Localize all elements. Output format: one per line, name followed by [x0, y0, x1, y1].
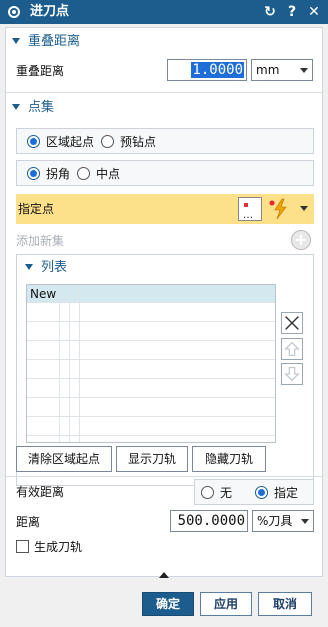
ok-button[interactable]: 确定 — [142, 592, 194, 616]
ellipsis-icon: … — [243, 210, 254, 221]
radio-corner[interactable]: 拐角 — [27, 165, 70, 182]
move-down-icon[interactable] — [281, 363, 303, 385]
chevron-down-icon — [301, 519, 309, 524]
distance-input[interactable]: 500.0000 — [170, 510, 248, 532]
generate-toolpath-checkbox[interactable] — [16, 540, 29, 553]
close-icon[interactable]: ✕ — [306, 3, 322, 21]
column-divider — [79, 285, 80, 442]
specify-point-label: 指定点 — [18, 202, 55, 216]
dialog-panel: 重叠距离 重叠距离 1.0000 mm 点集 区域起点 预钻点 拐角 中点 指定… — [5, 27, 323, 577]
chevron-down-icon — [300, 68, 308, 73]
divider — [6, 92, 322, 93]
collapse-triangle-icon — [25, 263, 33, 270]
table-row[interactable] — [27, 304, 275, 322]
window-title: 进刀点 — [30, 4, 70, 19]
delete-icon[interactable] — [281, 312, 303, 334]
radio-button[interactable] — [77, 167, 90, 180]
table-row[interactable] — [27, 342, 275, 360]
table-row[interactable] — [27, 418, 275, 436]
radio-area-start[interactable]: 区域起点 — [27, 133, 94, 150]
help-icon[interactable]: ? — [284, 3, 300, 21]
effective-distance-radio-group: 无 指定 — [194, 479, 314, 505]
radio-midpoint[interactable]: 中点 — [77, 165, 120, 182]
collapse-up-icon[interactable] — [159, 572, 169, 578]
apply-button[interactable]: 应用 — [200, 592, 252, 616]
overlap-distance-input[interactable]: 1.0000 — [167, 59, 247, 81]
point-set-table[interactable]: New — [26, 284, 276, 443]
overlap-unit-select[interactable]: mm — [251, 59, 313, 81]
radio-button[interactable] — [255, 486, 268, 499]
distance-label: 距离 — [16, 515, 41, 529]
table-row[interactable] — [27, 361, 275, 379]
corner-radio-group: 拐角 中点 — [16, 160, 314, 186]
collapse-triangle-icon — [12, 37, 20, 44]
effective-distance-label: 有效距离 — [16, 485, 65, 499]
radio-button[interactable] — [27, 135, 40, 148]
show-toolpath-button[interactable]: 显示刀轨 — [116, 446, 188, 472]
add-set-icon[interactable]: + — [291, 230, 311, 250]
overlap-label: 重叠距离 — [16, 64, 65, 78]
radio-button[interactable] — [27, 167, 40, 180]
section-overlap-header[interactable]: 重叠距离 — [12, 33, 80, 51]
chevron-down-icon[interactable] — [300, 206, 308, 211]
specify-point-row[interactable]: 指定点 … — [16, 194, 314, 224]
table-row[interactable] — [27, 399, 275, 417]
divider — [6, 476, 322, 477]
reset-icon[interactable]: ↻ — [262, 3, 278, 21]
clear-area-start-button[interactable]: 清除区域起点 — [16, 446, 112, 472]
cancel-button[interactable]: 取消 — [258, 592, 312, 616]
section-list-header[interactable]: 列表 — [25, 259, 67, 277]
title-bar: 进刀点 ↻ ? ✕ — [0, 0, 328, 24]
radio-predrill[interactable]: 预钻点 — [101, 133, 156, 150]
point-marker-icon — [244, 203, 248, 207]
mode-radio-group: 区域起点 预钻点 — [16, 128, 314, 154]
inferred-point-icon[interactable] — [266, 197, 296, 221]
table-row[interactable] — [27, 323, 275, 341]
gear-tool-icon — [8, 6, 20, 18]
generate-toolpath-label[interactable]: 生成刀轨 — [34, 539, 82, 555]
point-dialog-button[interactable]: … — [238, 197, 262, 221]
move-up-icon[interactable] — [281, 338, 303, 360]
distance-unit-select[interactable]: %刀具 — [252, 510, 314, 532]
table-row[interactable]: New — [27, 285, 275, 303]
column-divider — [59, 285, 60, 442]
collapse-triangle-icon — [12, 103, 20, 110]
hide-toolpath-button[interactable]: 隐藏刀轨 — [192, 446, 266, 472]
column-divider — [69, 285, 70, 442]
radio-specify[interactable]: 指定 — [255, 484, 298, 501]
radio-none[interactable]: 无 — [201, 484, 232, 501]
section-pointset-header[interactable]: 点集 — [12, 99, 54, 117]
table-row[interactable] — [27, 380, 275, 398]
radio-button[interactable] — [101, 135, 114, 148]
radio-button[interactable] — [201, 486, 214, 499]
add-new-set-label: 添加新集 — [16, 234, 65, 248]
